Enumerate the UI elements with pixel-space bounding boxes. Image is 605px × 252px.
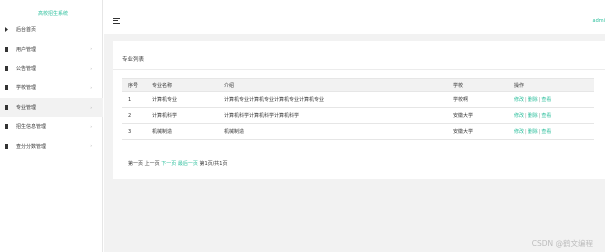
view-link[interactable]: 查看 [541, 97, 551, 103]
edit-link[interactable]: 修改 [514, 113, 524, 119]
view-link[interactable]: 查看 [541, 113, 551, 119]
sidebar-item-admissions[interactable]: 招生信息管理 › [0, 117, 103, 136]
cell-no: 3 [122, 123, 146, 140]
table-row: 3 机械制造 机械制造 安徽大学 修改|删除|查看 [122, 123, 594, 140]
list-card: 专业列表 序号 专业名称 介绍 学校 操作 1 计算机专业 计算机专业计算机专业… [113, 41, 605, 179]
chevron-right-icon: › [90, 123, 92, 129]
page-title: 专业列表 [122, 57, 145, 63]
user-menu[interactable]: admi [593, 18, 605, 24]
cell-actions: 修改|删除|查看 [508, 123, 594, 140]
cell-school: 安徽大学 [447, 107, 508, 124]
square-icon [5, 65, 8, 71]
last-page-link[interactable]: 最后一页 [178, 161, 198, 167]
sidebar-item-label: 用户管理 [16, 46, 37, 53]
separator: | [525, 129, 527, 135]
cell-no: 1 [122, 91, 146, 108]
chevron-right-icon: › [90, 104, 92, 110]
sidebar-item-schools[interactable]: 学校管理 › [0, 78, 103, 97]
menu-toggle-icon[interactable] [113, 18, 120, 24]
table-row: 2 计算机科学 计算机科学计算机科学计算机科学 安徽大学 修改|删除|查看 [122, 107, 594, 124]
cell-school: 安徽大学 [447, 123, 508, 140]
cell-actions: 修改|删除|查看 [508, 91, 594, 108]
sidebar-menu: 后台首页 用户管理 › 公告管理 › 学校管理 › 专业管理 › 招生信息管理 … [0, 20, 103, 156]
chevron-right-icon: › [90, 143, 92, 149]
edit-link[interactable]: 修改 [514, 97, 524, 103]
cell-actions: 修改|删除|查看 [508, 107, 594, 124]
pagination: 第一页 上一页 下一页 最后一页 第1页/共1页 [128, 160, 228, 167]
sidebar-item-label: 后台首页 [16, 27, 37, 34]
top-bar: admi [104, 0, 605, 34]
page-status: 第1页/共1页 [199, 161, 228, 167]
first-page-link[interactable]: 第一页 [128, 161, 143, 167]
cell-name: 机械制造 [146, 123, 218, 140]
watermark: CSDN @鹤文编程 [531, 239, 593, 248]
column-header: 介绍 [218, 78, 447, 92]
separator: | [525, 97, 527, 103]
sidebar-item-label: 专业管理 [16, 104, 37, 111]
majors-table: 序号 专业名称 介绍 学校 操作 1 计算机专业 计算机专业计算机专业计算机专业… [122, 78, 594, 140]
chevron-right-icon: › [90, 85, 92, 91]
column-header: 专业名称 [146, 78, 218, 92]
square-icon [5, 85, 8, 91]
column-header: 学校 [447, 78, 508, 92]
sidebar-item-scores[interactable]: 查分分数管理 › [0, 136, 103, 155]
cell-no: 2 [122, 107, 146, 124]
home-icon [5, 27, 8, 33]
sidebar-item-home[interactable]: 后台首页 [0, 20, 103, 39]
square-icon [5, 124, 8, 130]
sidebar-item-label: 查分分数管理 [16, 143, 47, 150]
chevron-right-icon: › [90, 46, 92, 52]
separator: | [525, 113, 527, 119]
sidebar-item-announcements[interactable]: 公告管理 › [0, 59, 103, 78]
table-header-row: 序号 专业名称 介绍 学校 操作 [122, 78, 594, 92]
main-content: 专业列表 序号 专业名称 介绍 学校 操作 1 计算机专业 计算机专业计算机专业… [104, 34, 605, 252]
cell-name: 计算机专业 [146, 91, 218, 108]
sidebar: 高校招生系统 后台首页 用户管理 › 公告管理 › 学校管理 › 专业管理 › … [0, 0, 103, 252]
next-page-link[interactable]: 下一页 [161, 161, 176, 167]
divider [113, 69, 605, 70]
square-icon [5, 143, 8, 149]
square-icon [5, 46, 8, 52]
delete-link[interactable]: 删除 [528, 113, 538, 119]
edit-link[interactable]: 修改 [514, 129, 524, 135]
prev-page-link[interactable]: 上一页 [145, 161, 160, 167]
sidebar-item-majors[interactable]: 专业管理 › [0, 97, 103, 117]
table-row: 1 计算机专业 计算机专业计算机专业计算机专业计算机专业 学校啊 修改|删除|查… [122, 91, 594, 108]
sidebar-item-label: 学校管理 [16, 85, 37, 92]
cell-intro: 计算机科学计算机科学计算机科学 [218, 107, 447, 124]
cell-school: 学校啊 [447, 91, 508, 108]
cell-name: 计算机科学 [146, 107, 218, 124]
brand-title: 高校招生系统 [38, 11, 69, 17]
square-icon [5, 104, 8, 110]
column-header: 操作 [508, 78, 594, 92]
delete-link[interactable]: 删除 [528, 97, 538, 103]
view-link[interactable]: 查看 [541, 129, 551, 135]
cell-intro: 机械制造 [218, 123, 447, 140]
sidebar-item-users[interactable]: 用户管理 › [0, 39, 103, 58]
delete-link[interactable]: 删除 [528, 129, 538, 135]
sidebar-item-label: 公告管理 [16, 65, 37, 72]
chevron-right-icon: › [90, 65, 92, 71]
cell-intro: 计算机专业计算机专业计算机专业计算机专业 [218, 91, 447, 108]
sidebar-item-label: 招生信息管理 [16, 124, 47, 131]
column-header: 序号 [122, 78, 146, 92]
